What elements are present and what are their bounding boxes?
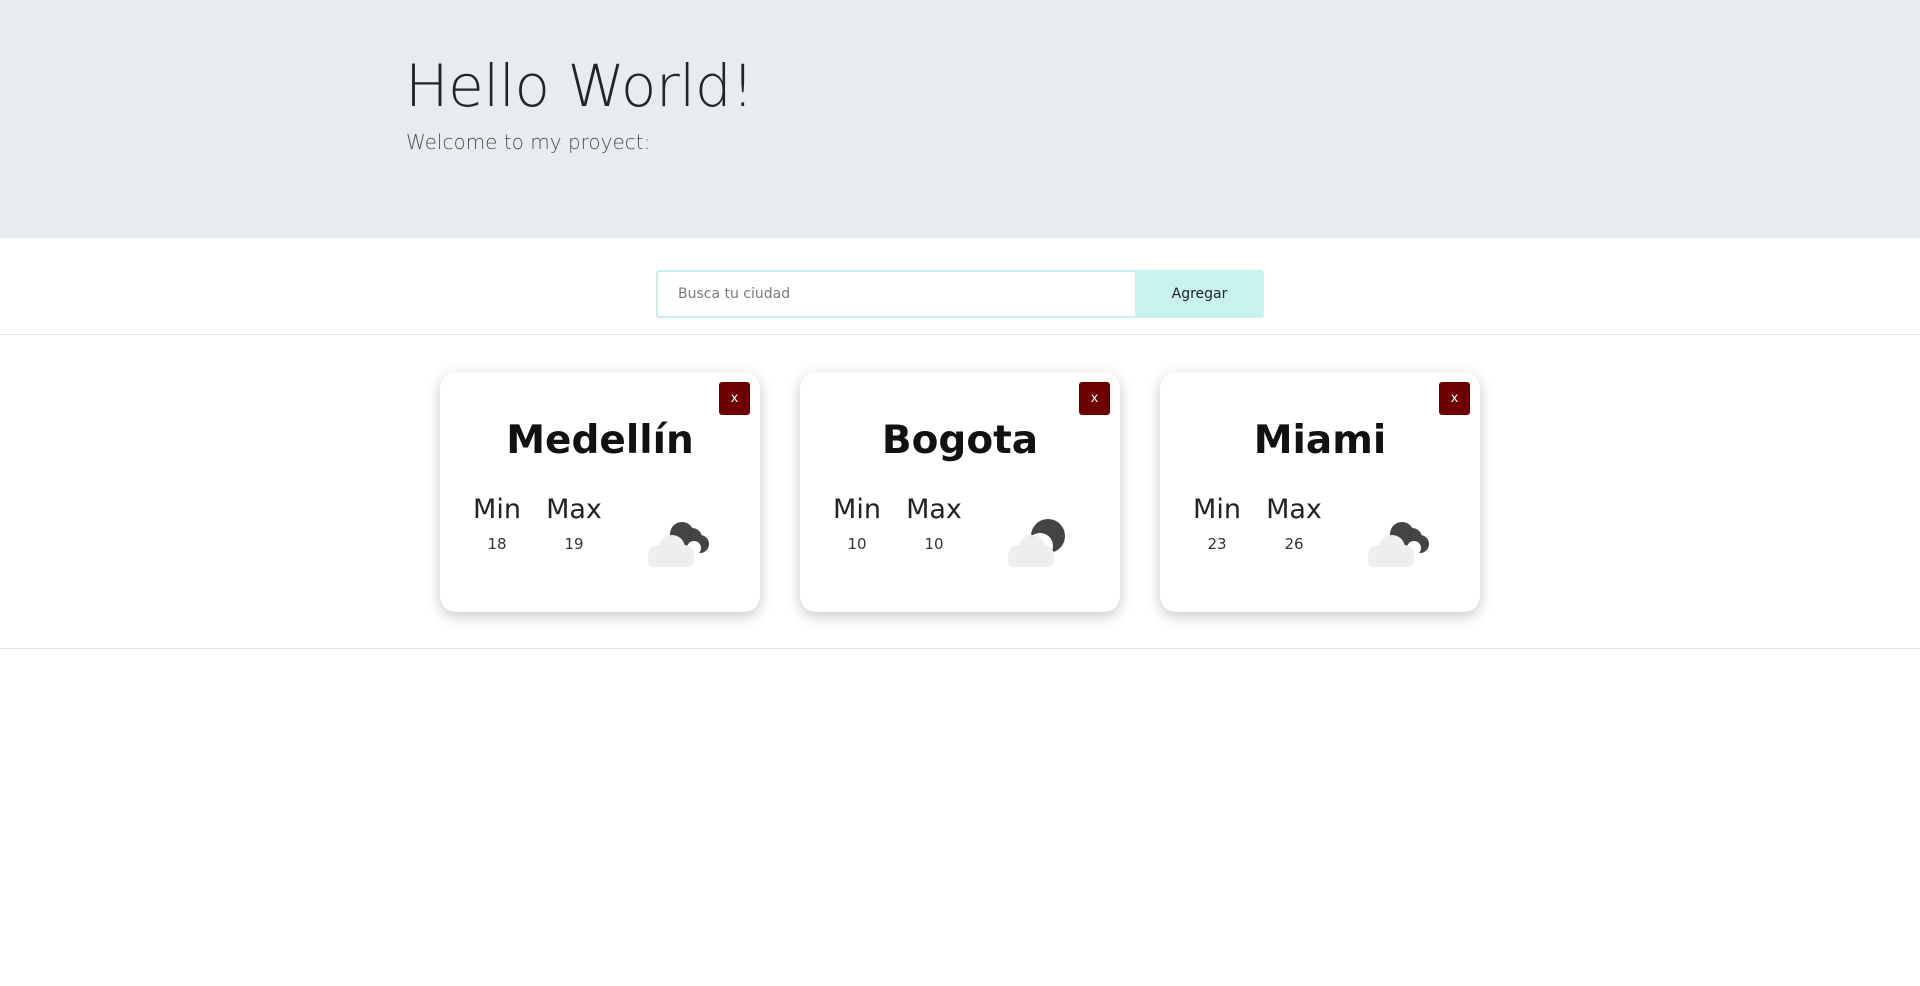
jumbotron: Hello World! Welcome to my proyect:: [0, 0, 1920, 238]
cloud-moon-icon: [1008, 519, 1065, 567]
close-card-button[interactable]: x: [719, 382, 750, 415]
city-name: Bogota: [881, 418, 1039, 463]
min-value: 10: [847, 535, 867, 553]
min-label: Min: [473, 494, 521, 525]
close-card-button[interactable]: x: [1439, 382, 1470, 415]
max-value: 19: [564, 535, 584, 553]
max-temp: Max 26: [1259, 494, 1329, 553]
page-title: Hello World!: [405, 52, 754, 120]
city-card: x Miami Min 23 Max 26: [1160, 372, 1480, 612]
min-temp: Min 10: [822, 494, 892, 553]
search-bar: Agregar: [0, 238, 1920, 335]
page-subtitle: Welcome to my proyect:: [406, 130, 651, 154]
max-label: Max: [546, 494, 602, 525]
max-label: Max: [1266, 494, 1322, 525]
max-value: 10: [924, 535, 944, 553]
max-label: Max: [906, 494, 962, 525]
city-name: Miami: [1253, 418, 1387, 463]
add-city-button[interactable]: Agregar: [1135, 270, 1264, 318]
city-search-input[interactable]: [656, 270, 1135, 318]
min-value: 18: [487, 535, 507, 553]
cloud-moon-icon: [648, 522, 709, 567]
max-temp: Max 10: [899, 494, 969, 553]
min-temp: Min 18: [462, 494, 532, 553]
min-label: Min: [833, 494, 881, 525]
city-name: Medellín: [506, 418, 694, 463]
city-card: x Medellín Min 18 Max 19: [440, 372, 760, 612]
close-card-button[interactable]: x: [1079, 382, 1110, 415]
cloud-moon-icon: [1368, 522, 1429, 567]
min-label: Min: [1193, 494, 1241, 525]
max-value: 26: [1284, 535, 1304, 553]
max-temp: Max 19: [539, 494, 609, 553]
city-card: x Bogota Min 10 Max 10: [800, 372, 1120, 612]
min-temp: Min 23: [1182, 494, 1252, 553]
cards-container: x Medellín Min 18 Max 19 x Bogota Min 10: [0, 335, 1920, 649]
min-value: 23: [1207, 535, 1227, 553]
